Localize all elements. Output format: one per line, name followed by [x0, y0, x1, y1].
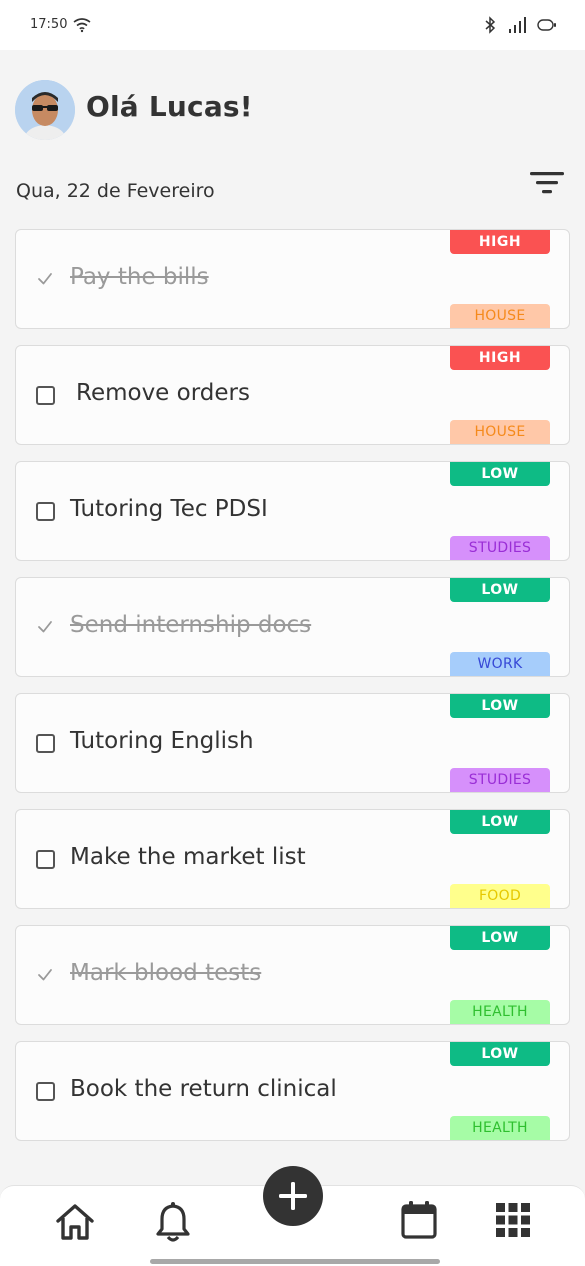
task-card[interactable]: Tutoring Tec PDSI LOW STUDIES	[15, 461, 570, 561]
bell-icon[interactable]	[155, 1201, 191, 1243]
task-title[interactable]: Send internship docs	[70, 612, 311, 638]
category-badge: STUDIES	[450, 768, 550, 792]
task-card[interactable]: Pay the bills HIGH HOUSE	[15, 229, 570, 329]
greeting: Olá Lucas!	[86, 90, 253, 123]
task-title[interactable]: Mark blood tests	[70, 960, 261, 986]
task-title[interactable]: Book the return clinical	[70, 1076, 337, 1102]
task-checkbox[interactable]	[36, 1082, 55, 1101]
task-card[interactable]: Make the market list LOW FOOD	[15, 809, 570, 909]
avatar[interactable]	[15, 80, 75, 140]
calendar-icon[interactable]	[400, 1200, 438, 1240]
priority-badge: LOW	[450, 578, 550, 602]
category-badge: HOUSE	[450, 304, 550, 328]
priority-badge: HIGH	[450, 230, 550, 254]
bluetooth-icon	[485, 16, 496, 34]
avatar-photo	[15, 80, 75, 140]
task-card[interactable]: Tutoring English LOW STUDIES	[15, 693, 570, 793]
task-title[interactable]: Tutoring English	[70, 728, 254, 754]
task-card[interactable]: Book the return clinical LOW HEALTH	[15, 1041, 570, 1141]
task-checkbox[interactable]	[36, 502, 55, 521]
current-date: Qua, 22 de Fevereiro	[16, 180, 215, 202]
check-icon[interactable]	[36, 616, 54, 636]
priority-badge: LOW	[450, 694, 550, 718]
category-badge: FOOD	[450, 884, 550, 908]
status-time: 17:50	[30, 17, 68, 32]
battery-icon	[537, 19, 556, 31]
task-title[interactable]: Tutoring Tec PDSI	[70, 496, 268, 522]
task-card[interactable]: Send internship docs LOW WORK	[15, 577, 570, 677]
task-card[interactable]: Remove orders HIGH HOUSE	[15, 345, 570, 445]
category-badge: HEALTH	[450, 1000, 550, 1024]
check-icon[interactable]	[36, 964, 54, 984]
task-title[interactable]: Make the market list	[70, 844, 306, 870]
home-indicator	[150, 1259, 440, 1264]
task-card[interactable]: Mark blood tests LOW HEALTH	[15, 925, 570, 1025]
category-badge: WORK	[450, 652, 550, 676]
priority-badge: LOW	[450, 462, 550, 486]
task-checkbox[interactable]	[36, 386, 55, 405]
filter-icon[interactable]	[528, 170, 568, 196]
task-title[interactable]: Pay the bills	[70, 264, 209, 290]
category-badge: STUDIES	[450, 536, 550, 560]
priority-badge: HIGH	[450, 346, 550, 370]
plus-icon	[279, 1182, 307, 1210]
status-bar: 17:50	[0, 0, 585, 50]
task-checkbox[interactable]	[36, 734, 55, 753]
category-badge: HEALTH	[450, 1116, 550, 1140]
task-list: Pay the bills HIGH HOUSE Remove orders H…	[15, 229, 570, 1157]
category-badge: HOUSE	[450, 420, 550, 444]
priority-badge: LOW	[450, 810, 550, 834]
signal-icon	[509, 17, 526, 33]
task-title[interactable]: Remove orders	[76, 380, 250, 406]
task-checkbox[interactable]	[36, 850, 55, 869]
priority-badge: LOW	[450, 1042, 550, 1066]
wifi-icon	[73, 18, 91, 33]
home-icon[interactable]	[55, 1203, 95, 1241]
add-task-button[interactable]	[263, 1166, 323, 1226]
grid-icon[interactable]	[496, 1203, 530, 1237]
priority-badge: LOW	[450, 926, 550, 950]
check-icon[interactable]	[36, 268, 54, 288]
